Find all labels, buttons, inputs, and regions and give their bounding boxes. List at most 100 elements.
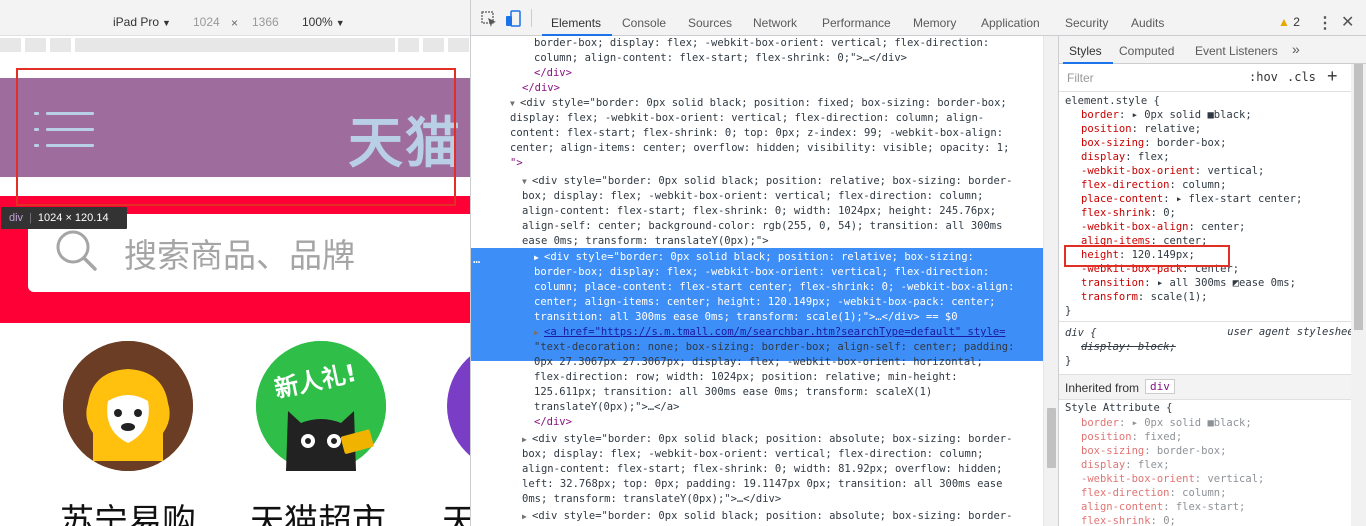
css-declaration[interactable]: flex-shrink: 0; bbox=[1081, 206, 1176, 220]
expand-triangle-icon[interactable]: ▼ bbox=[522, 174, 532, 189]
tab-application[interactable]: Application bbox=[981, 16, 1040, 30]
ruler-segment[interactable] bbox=[25, 38, 46, 52]
media-query-ruler[interactable] bbox=[0, 38, 470, 52]
expand-triangle-icon[interactable]: ▶ bbox=[534, 250, 544, 265]
dom-line[interactable]: flex-direction: row; width: 1024px; posi… bbox=[534, 370, 958, 385]
css-declaration-inherited[interactable]: align-content: flex-start; bbox=[1081, 500, 1245, 514]
suning-app-icon[interactable] bbox=[63, 341, 193, 471]
expand-triangle-icon[interactable]: ▶ bbox=[522, 509, 532, 524]
css-declaration-height[interactable]: height: 120.149px; bbox=[1081, 248, 1195, 262]
dom-line[interactable]: align-self: center; background-color: rg… bbox=[522, 219, 1002, 234]
dom-scrollbar-thumb[interactable] bbox=[1047, 408, 1056, 468]
more-tabs-icon[interactable]: » bbox=[1292, 41, 1300, 57]
tab-computed[interactable]: Computed bbox=[1119, 44, 1174, 58]
dom-line[interactable]: box; display: flex; -webkit-box-orient: … bbox=[522, 189, 983, 204]
dom-line[interactable]: align-content: flex-start; flex-shrink: … bbox=[522, 204, 996, 219]
css-declaration[interactable]: display: flex; bbox=[1081, 150, 1170, 164]
css-declaration[interactable]: -webkit-box-align: center; bbox=[1081, 220, 1245, 234]
dom-line-selected[interactable]: column; place-content: flex-start center… bbox=[534, 280, 1014, 295]
new-style-rule-icon[interactable]: + bbox=[1327, 66, 1338, 87]
dom-line[interactable]: border-box; display: flex; -webkit-box-o… bbox=[534, 36, 989, 51]
device-height-input[interactable]: 1366 bbox=[252, 15, 279, 29]
dom-line[interactable]: align-content: flex-start; flex-shrink: … bbox=[522, 462, 1002, 477]
dom-line-selected[interactable]: ▶ <div style="border: 0px solid black; po… bbox=[534, 250, 974, 265]
css-declaration-inherited[interactable]: -webkit-box-orient: vertical; bbox=[1081, 472, 1264, 486]
dom-line[interactable]: ▶ <div style="border: 0px solid black; po… bbox=[522, 509, 1012, 524]
css-declaration-inherited[interactable]: flex-shrink: 0; bbox=[1081, 514, 1176, 526]
dom-line-selected[interactable]: center; align-items: center; height: 120… bbox=[534, 295, 995, 310]
dom-line[interactable]: box; display: flex; -webkit-box-orient: … bbox=[522, 447, 983, 462]
css-declaration-inherited[interactable]: display: flex; bbox=[1081, 458, 1170, 472]
dom-line[interactable]: center; align-items: center; overflow: h… bbox=[510, 141, 1009, 156]
ruler-segment[interactable] bbox=[398, 38, 419, 52]
css-declaration[interactable]: place-content: ▸ flex-start center; bbox=[1081, 192, 1302, 206]
page-viewport[interactable]: 天猫 搜索商品、品牌 新人礼! 苏宁易购 天猫超市 bbox=[0, 54, 470, 526]
dom-line[interactable]: </div> bbox=[522, 81, 560, 96]
hover-state-toggle[interactable]: :hov bbox=[1249, 70, 1278, 84]
dom-line[interactable]: display: flex; -webkit-box-orient: verti… bbox=[510, 111, 984, 126]
dom-line[interactable]: ▶ <a href="https://s.m.tmall.com/m/search… bbox=[534, 325, 1005, 340]
dom-line[interactable]: </div> bbox=[534, 66, 572, 81]
tmall-supermarket-app-icon[interactable]: 新人礼! bbox=[256, 341, 386, 471]
zoom-select[interactable]: 100% ▼ bbox=[302, 15, 345, 29]
ruler-segment[interactable] bbox=[448, 38, 469, 52]
app-label-tmall-supermarket[interactable]: 天猫超市 bbox=[250, 494, 386, 526]
app-label-suning[interactable]: 苏宁易购 bbox=[60, 494, 196, 526]
tab-memory[interactable]: Memory bbox=[913, 16, 956, 30]
dom-line[interactable]: ▼ <div style="border: 0px solid black; po… bbox=[510, 96, 1007, 111]
tab-sources[interactable]: Sources bbox=[688, 16, 732, 30]
device-select[interactable]: iPad Pro ▼ bbox=[113, 15, 171, 29]
css-declaration-inherited[interactable]: flex-direction: column; bbox=[1081, 486, 1226, 500]
class-toggle[interactable]: .cls bbox=[1287, 70, 1316, 84]
dom-line[interactable]: "> bbox=[510, 156, 523, 171]
elements-dom-tree[interactable]: … border-box; display: flex; -webkit-box… bbox=[471, 36, 1043, 526]
dom-line[interactable]: 0ms; transform: translateY(0px);">…</div… bbox=[522, 492, 781, 507]
css-declaration[interactable]: align-items: center; bbox=[1081, 234, 1207, 248]
dom-line-selected[interactable]: border-box; display: flex; -webkit-box-o… bbox=[534, 265, 989, 280]
ruler-segment[interactable] bbox=[75, 38, 395, 52]
css-declaration-inherited[interactable]: position: fixed; bbox=[1081, 430, 1182, 444]
close-icon[interactable]: ✕ bbox=[1341, 12, 1354, 32]
dom-line[interactable]: ▶ <div style="border: 0px solid black; po… bbox=[522, 432, 1012, 447]
tab-performance[interactable]: Performance bbox=[822, 16, 891, 30]
ruler-segment[interactable] bbox=[423, 38, 444, 52]
styles-scrollbar[interactable] bbox=[1351, 64, 1366, 526]
device-width-input[interactable]: 1024 bbox=[193, 15, 220, 29]
css-declaration-inherited[interactable]: box-sizing: border-box; bbox=[1081, 444, 1226, 458]
dom-line[interactable]: 0px 27.3067px 27.3067px; display: flex; … bbox=[534, 355, 983, 370]
node-actions-icon[interactable]: … bbox=[473, 252, 480, 266]
dom-scrollbar[interactable] bbox=[1043, 36, 1058, 526]
dom-line[interactable]: 125.611px; transition: all 300ms ease 0m… bbox=[534, 385, 932, 400]
styles-scrollbar-thumb[interactable] bbox=[1354, 64, 1363, 330]
dom-line[interactable]: "text-decoration: none; box-sizing: bord… bbox=[534, 340, 1014, 355]
css-declaration[interactable]: flex-direction: column; bbox=[1081, 178, 1226, 192]
tab-network[interactable]: Network bbox=[753, 16, 797, 30]
tab-elements[interactable]: Elements bbox=[551, 16, 601, 30]
dom-line[interactable]: </div> bbox=[534, 415, 572, 430]
css-declaration[interactable]: box-sizing: border-box; bbox=[1081, 136, 1226, 150]
dom-line[interactable]: content: flex-start; flex-shrink: 0; top… bbox=[510, 126, 1003, 141]
dom-line[interactable]: left: 32.768px; top: 0px; padding: 19.11… bbox=[522, 477, 1002, 492]
tab-security[interactable]: Security bbox=[1065, 16, 1108, 30]
warning-counter[interactable]: ▲ 2 bbox=[1278, 15, 1300, 29]
css-declaration[interactable]: transform: scale(1); bbox=[1081, 290, 1207, 304]
third-app-icon[interactable] bbox=[447, 341, 470, 471]
device-toggle-icon[interactable] bbox=[505, 10, 523, 28]
dom-line[interactable]: ▼ <div style="border: 0px solid black; po… bbox=[522, 174, 1012, 189]
css-declaration[interactable]: -webkit-box-pack: center; bbox=[1081, 262, 1239, 276]
expand-triangle-icon[interactable]: ▼ bbox=[510, 96, 520, 111]
dom-line-selected[interactable]: transition: all 300ms ease 0ms; transfor… bbox=[534, 310, 958, 325]
tmall-logo[interactable]: 天猫 bbox=[348, 98, 462, 178]
tab-styles[interactable]: Styles bbox=[1069, 44, 1102, 58]
tab-audits[interactable]: Audits bbox=[1131, 16, 1164, 30]
app-label-third[interactable]: 天 bbox=[442, 494, 470, 526]
expand-triangle-icon[interactable]: ▶ bbox=[534, 325, 544, 340]
css-declaration[interactable]: transition: ▸ all 300ms ◩ease 0ms; bbox=[1081, 276, 1296, 290]
expand-triangle-icon[interactable]: ▶ bbox=[522, 432, 532, 447]
dom-line[interactable]: column; align-content: flex-start; flex-… bbox=[534, 51, 907, 66]
tab-console[interactable]: Console bbox=[622, 16, 666, 30]
ruler-segment[interactable] bbox=[50, 38, 71, 52]
styles-filter-input[interactable]: Filter bbox=[1067, 71, 1094, 85]
inspect-element-icon[interactable] bbox=[480, 10, 498, 28]
css-declaration[interactable]: border: ▸ 0px solid ■black; bbox=[1081, 108, 1252, 122]
